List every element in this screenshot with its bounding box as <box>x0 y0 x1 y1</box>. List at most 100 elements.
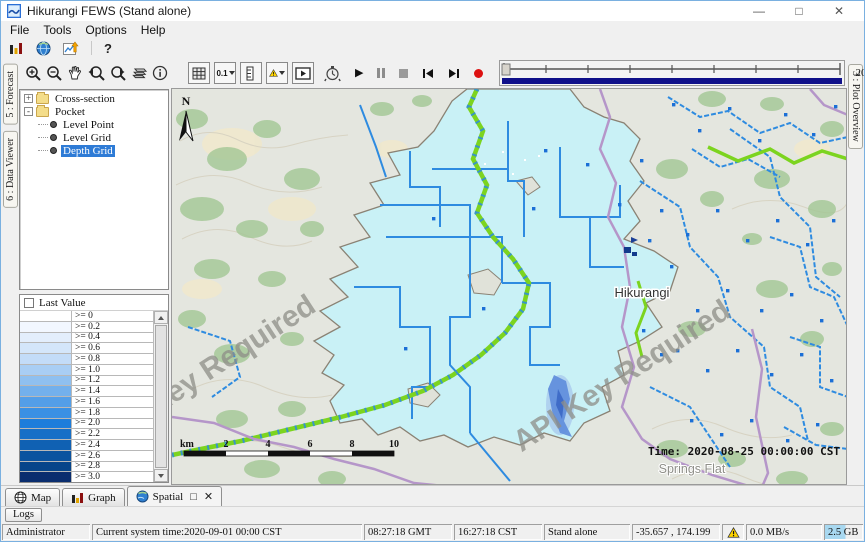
timeseries-dialog-icon[interactable] <box>63 41 79 56</box>
info-button[interactable] <box>152 63 168 84</box>
svg-text:4: 4 <box>266 439 271 450</box>
map-time-label: Time: 2020-08-25 00:00:00 CST <box>648 445 840 458</box>
tree-item-depth-grid[interactable]: Depth Grid <box>36 144 168 157</box>
menu-tools[interactable]: Tools <box>36 23 78 37</box>
graph-bars-icon <box>71 492 84 504</box>
filter-tree: + Cross-section - Pocket Lev <box>19 89 169 290</box>
warning-icon <box>269 66 278 80</box>
skip-to-start-button[interactable] <box>422 68 434 79</box>
tree-item-label: Cross-section <box>53 93 117 105</box>
tab-graph-label: Graph <box>88 492 116 504</box>
tab-forecast[interactable]: 5 : Forecast <box>3 64 18 125</box>
window-title: Hikurangi FEWS (Stand alone) <box>27 4 191 18</box>
logs-row: Logs <box>1 506 864 523</box>
legend-row[interactable]: >= 0.4 <box>20 333 153 344</box>
tree-item-level-point[interactable]: Level Point <box>36 118 168 131</box>
zoom-out-button[interactable] <box>46 63 63 84</box>
pan-button[interactable] <box>67 63 83 84</box>
tab-spatial[interactable]: Spatial □ ✕ <box>127 486 222 506</box>
help-button[interactable]: ? <box>104 41 112 56</box>
tab-close-icon[interactable]: ✕ <box>204 490 213 503</box>
color-swatch <box>20 462 72 472</box>
scale-ruler-button[interactable] <box>240 62 262 84</box>
tree-item-level-grid[interactable]: Level Grid <box>36 131 168 144</box>
scroll-down-button[interactable] <box>154 469 168 482</box>
explorer-icon[interactable] <box>9 41 24 55</box>
tree-item-label: Level Grid <box>61 132 113 144</box>
zoom-next-button[interactable] <box>109 63 127 84</box>
app-window: Hikurangi FEWS (Stand alone) — □ ✕ File … <box>0 0 865 542</box>
tree-item-cross-section[interactable]: + Cross-section <box>22 92 168 105</box>
animation-settings-button[interactable] <box>324 63 341 84</box>
svg-text:km: km <box>180 439 195 450</box>
main-toolbar: ? <box>1 38 864 58</box>
status-warning-icon[interactable] <box>722 524 744 540</box>
legend-row[interactable]: >= 1.6 <box>20 397 153 408</box>
close-button[interactable]: ✕ <box>820 2 858 20</box>
legend-scrollbar[interactable] <box>154 311 168 482</box>
layers-button[interactable] <box>131 63 148 84</box>
point-size-dropdown[interactable]: 0.1 <box>214 62 236 84</box>
menu-options[interactable]: Options <box>78 23 133 37</box>
legend-row[interactable]: >= 0 <box>20 311 153 322</box>
menu-help[interactable]: Help <box>134 23 173 37</box>
playback-controls: ▶ <box>355 68 483 79</box>
legend-row[interactable]: >= 0.2 <box>20 322 153 333</box>
tree-item-pocket[interactable]: - Pocket <box>22 105 168 118</box>
svg-text:N: N <box>182 94 191 108</box>
tab-graph[interactable]: Graph <box>62 488 125 506</box>
legend-row[interactable]: >= 2.0 <box>20 419 153 430</box>
maximize-button[interactable]: □ <box>780 2 818 20</box>
toolbar-separator <box>91 41 92 55</box>
last-value-checkbox[interactable] <box>24 298 34 308</box>
tab-map[interactable]: Map <box>5 488 60 506</box>
left-tab-strip: 5 : Forecast 6 : Data Viewer <box>1 58 19 485</box>
color-swatch <box>20 397 72 407</box>
legend-row[interactable]: >= 1.8 <box>20 408 153 419</box>
color-swatch <box>20 365 72 375</box>
spatial-globe-icon <box>136 490 149 503</box>
grid-display-button[interactable] <box>188 62 210 84</box>
tab-map-label: Map <box>31 492 51 504</box>
color-swatch <box>20 343 72 353</box>
map-canvas[interactable]: API Key Required API Key Required Hikura… <box>171 88 847 485</box>
pause-button[interactable] <box>377 68 385 78</box>
scroll-up-button[interactable] <box>154 311 168 324</box>
skip-to-end-button[interactable] <box>448 68 460 79</box>
legend-row[interactable]: >= 2.2 <box>20 429 153 440</box>
warnings-dropdown[interactable] <box>266 62 288 84</box>
time-slider[interactable] <box>499 60 845 86</box>
scrollbar-thumb[interactable] <box>155 325 167 468</box>
time-slider-handle[interactable] <box>502 64 510 75</box>
legend-row[interactable]: >= 2.8 <box>20 462 153 473</box>
legend-row[interactable]: >= 2.4 <box>20 440 153 451</box>
menu-file[interactable]: File <box>3 23 36 37</box>
logs-button[interactable]: Logs <box>5 508 42 522</box>
legend-row[interactable]: >= 1.2 <box>20 376 153 387</box>
map-globe-icon <box>14 491 27 504</box>
map-toolbar: 0.1 ▶ <box>19 58 847 88</box>
legend-row[interactable]: >= 3.0 <box>20 472 153 482</box>
legend-row[interactable]: >= 1.0 <box>20 365 153 376</box>
tab-data-viewer[interactable]: 6 : Data Viewer <box>3 131 18 208</box>
expand-toggle[interactable]: + <box>24 94 33 103</box>
play-button[interactable]: ▶ <box>355 68 363 79</box>
node-bullet-icon <box>50 121 57 128</box>
movie-player-button[interactable] <box>292 62 314 84</box>
legend-row[interactable]: >= 2.6 <box>20 451 153 462</box>
globe-icon[interactable] <box>36 41 51 56</box>
legend-row[interactable]: >= 1.4 <box>20 386 153 397</box>
stop-button[interactable] <box>399 69 408 78</box>
status-local-time: 16:27:18 CST <box>454 524 542 540</box>
tab-restore-icon[interactable]: □ <box>190 491 197 503</box>
svg-text:8: 8 <box>350 439 355 450</box>
minimize-button[interactable]: — <box>740 2 778 20</box>
legend-row[interactable]: >= 0.6 <box>20 343 153 354</box>
collapse-toggle[interactable]: - <box>24 107 33 116</box>
zoom-in-button[interactable] <box>25 63 42 84</box>
status-download-speed: 0.0 MB/s <box>746 524 822 540</box>
zoom-previous-button[interactable] <box>87 63 105 84</box>
record-button[interactable] <box>474 69 483 78</box>
legend-row[interactable]: >= 0.8 <box>20 354 153 365</box>
town-label: Hikurangi <box>615 285 670 300</box>
